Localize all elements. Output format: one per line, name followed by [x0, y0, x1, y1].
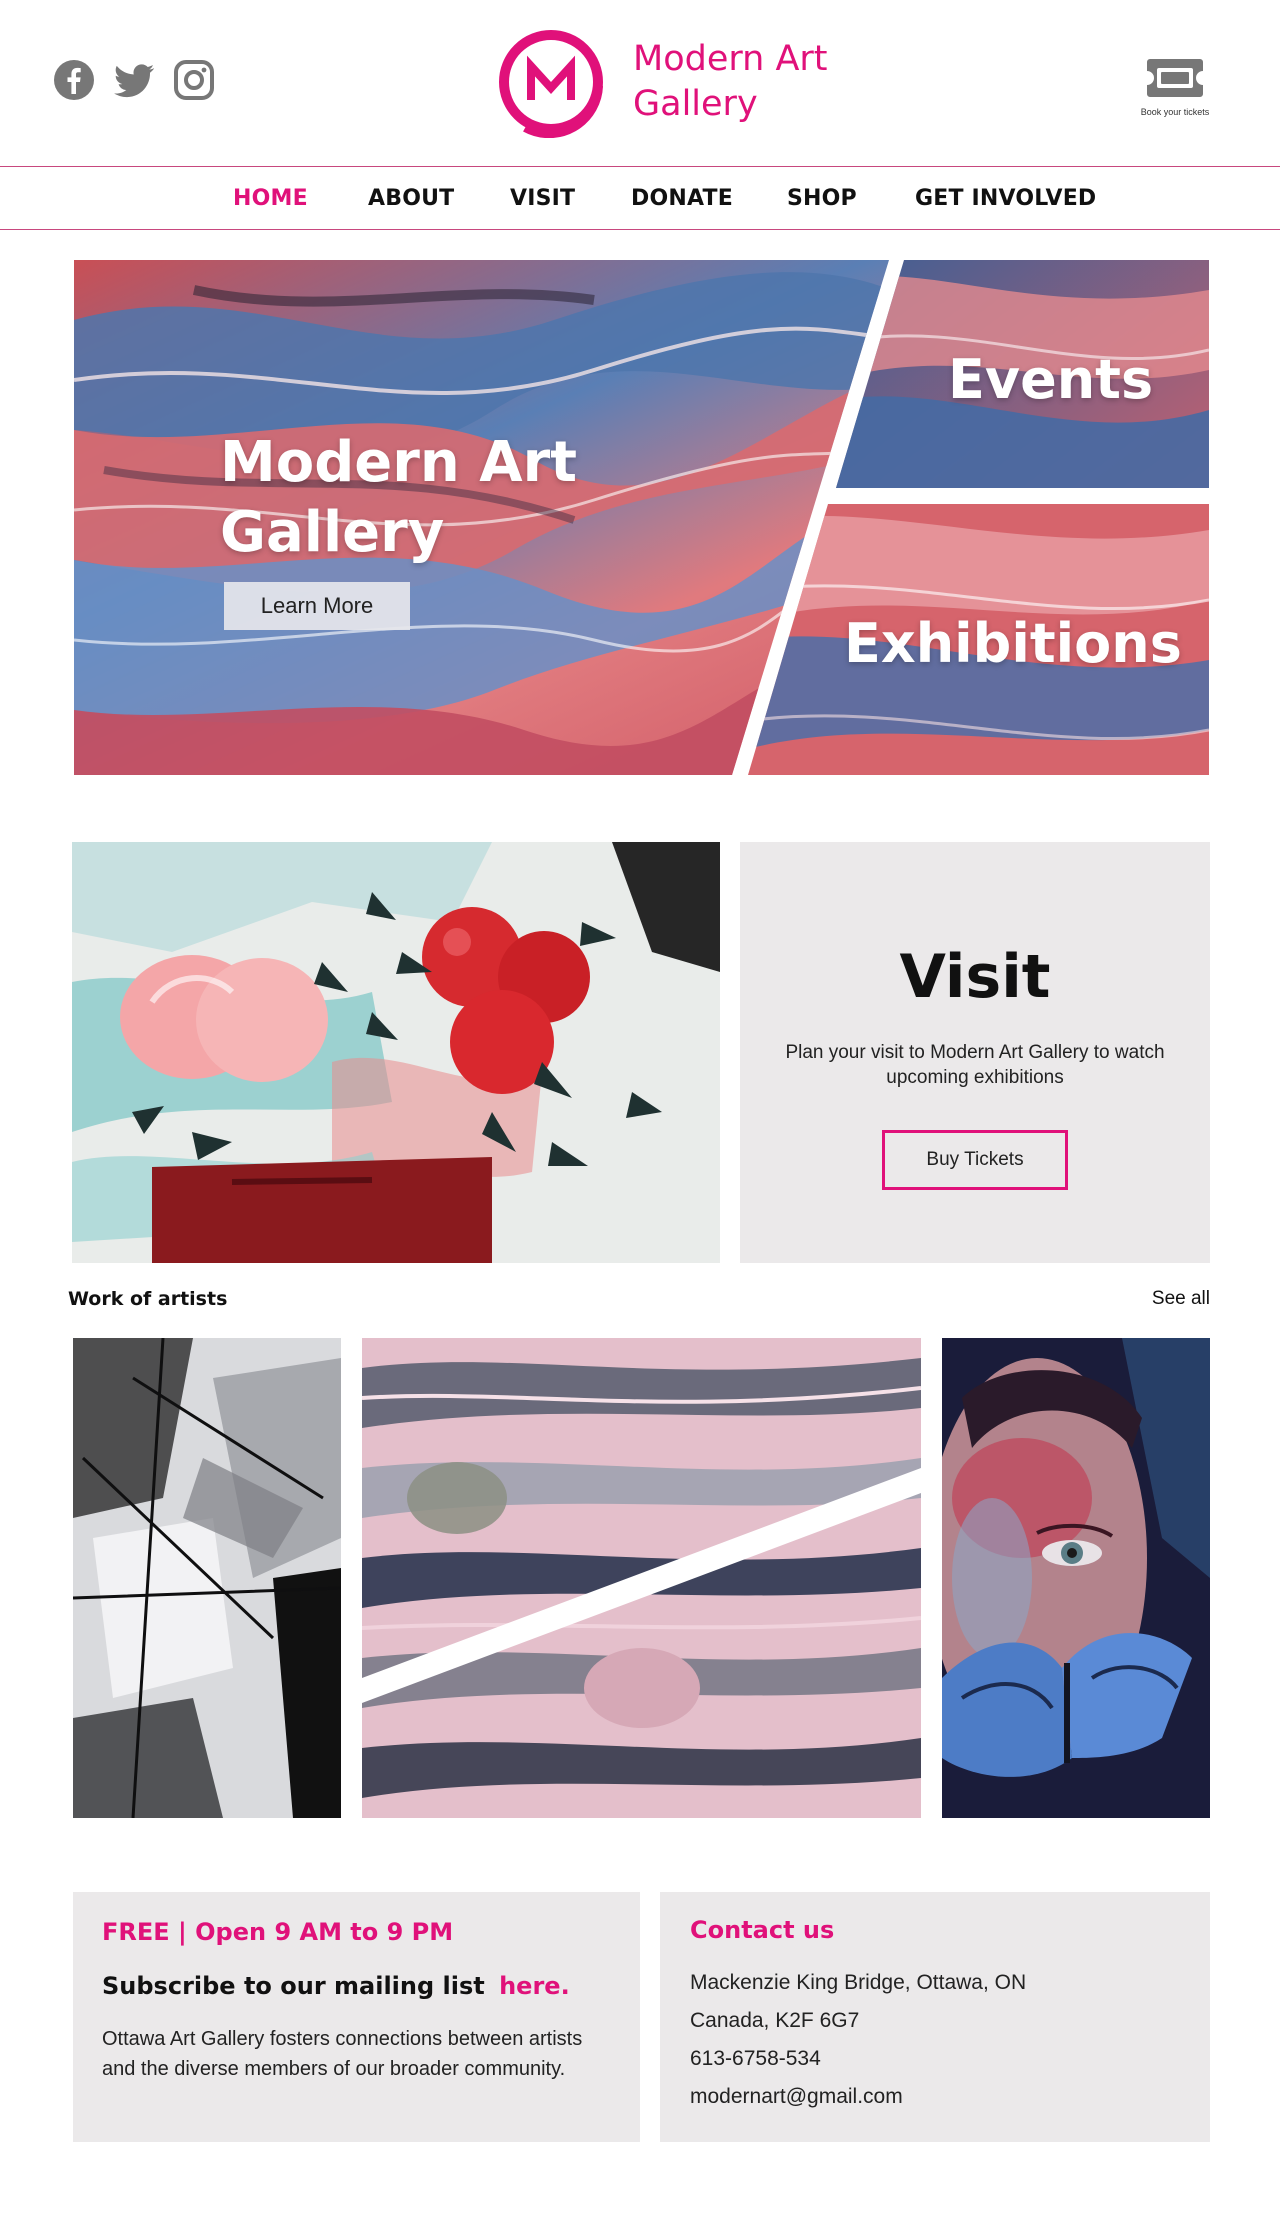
instagram-icon[interactable]	[172, 58, 216, 102]
address-line1: Mackenzie King Bridge, Ottawa, ON	[690, 1971, 1027, 1994]
brand-name-line2: Gallery	[633, 84, 758, 124]
learn-more-button[interactable]: Learn More	[224, 582, 410, 630]
subscribe-line: Subscribe to our mailing list here.	[102, 1972, 570, 2000]
contact-details: Mackenzie King Bridge, Ottawa, ON Canada…	[690, 1964, 1026, 2116]
hero-banner: Modern Art Gallery Learn More Events Exh…	[74, 260, 1209, 775]
nav-visit[interactable]: VISIT	[510, 186, 575, 211]
brand-logo[interactable]: Modern Art Gallery	[495, 26, 828, 138]
main-nav: HOME ABOUT VISIT DONATE SHOP GET INVOLVE…	[0, 166, 1280, 230]
hero-title-line2: Gallery	[220, 500, 445, 565]
fruit-painting	[72, 842, 720, 1263]
info-card: FREE | Open 9 AM to 9 PM Subscribe to ou…	[73, 1892, 640, 2142]
site-header: Modern Art Gallery Book your tickets	[0, 0, 1280, 166]
book-tickets-link[interactable]: Book your tickets	[1135, 55, 1215, 117]
hero-title-line1: Modern Art	[220, 430, 577, 495]
logo-m-icon	[499, 30, 603, 138]
events-link[interactable]: Events	[948, 348, 1153, 411]
artwork-butterfly-portrait[interactable]	[942, 1338, 1210, 1818]
phone-number[interactable]: 613-6758-534	[690, 2040, 1026, 2078]
address-line2: Canada, K2F 6G7	[690, 2009, 860, 2032]
nav-donate[interactable]: DONATE	[631, 186, 733, 211]
ticket-icon	[1147, 59, 1203, 97]
artwork-abstract-monochrome[interactable]	[73, 1338, 341, 1818]
artists-section-title: Work of artists	[68, 1288, 228, 1310]
contact-card: Contact us Mackenzie King Bridge, Ottawa…	[660, 1892, 1210, 2142]
see-all-link[interactable]: See all	[1152, 1288, 1210, 1310]
buy-tickets-button[interactable]: Buy Tickets	[882, 1130, 1068, 1190]
social-links	[52, 58, 216, 102]
contact-title: Contact us	[690, 1916, 835, 1944]
subscribe-link[interactable]: here.	[499, 1972, 570, 2000]
about-text: Ottawa Art Gallery fosters connections b…	[102, 2028, 583, 2080]
visit-description: Plan your visit to Modern Art Gallery to…	[785, 1042, 1165, 1088]
brand-name-line1: Modern Art	[633, 39, 828, 79]
nav-shop[interactable]: SHOP	[787, 186, 857, 211]
facebook-icon[interactable]	[52, 58, 96, 102]
artwork-fluid-stripes[interactable]	[362, 1338, 921, 1818]
visit-artwork	[72, 842, 720, 1263]
book-tickets-label: Book your tickets	[1140, 107, 1210, 117]
opening-hours: FREE | Open 9 AM to 9 PM	[102, 1918, 454, 1946]
visit-card: Visit Plan your visit to Modern Art Gall…	[740, 842, 1210, 1263]
twitter-icon[interactable]	[112, 58, 156, 102]
nav-get-involved[interactable]: GET INVOLVED	[915, 186, 1096, 211]
hero-title: Modern Art Gallery	[220, 428, 577, 568]
email-address[interactable]: modernart@gmail.com	[690, 2078, 1026, 2116]
subscribe-text: Subscribe to our mailing list	[102, 1972, 485, 2000]
nav-home[interactable]: HOME	[233, 186, 308, 211]
visit-title: Visit	[899, 942, 1051, 1012]
exhibitions-link[interactable]: Exhibitions	[844, 612, 1182, 675]
artists-header: Work of artists See all	[68, 1288, 1210, 1318]
nav-about[interactable]: ABOUT	[368, 186, 454, 211]
brand-name: Modern Art Gallery	[633, 37, 828, 127]
